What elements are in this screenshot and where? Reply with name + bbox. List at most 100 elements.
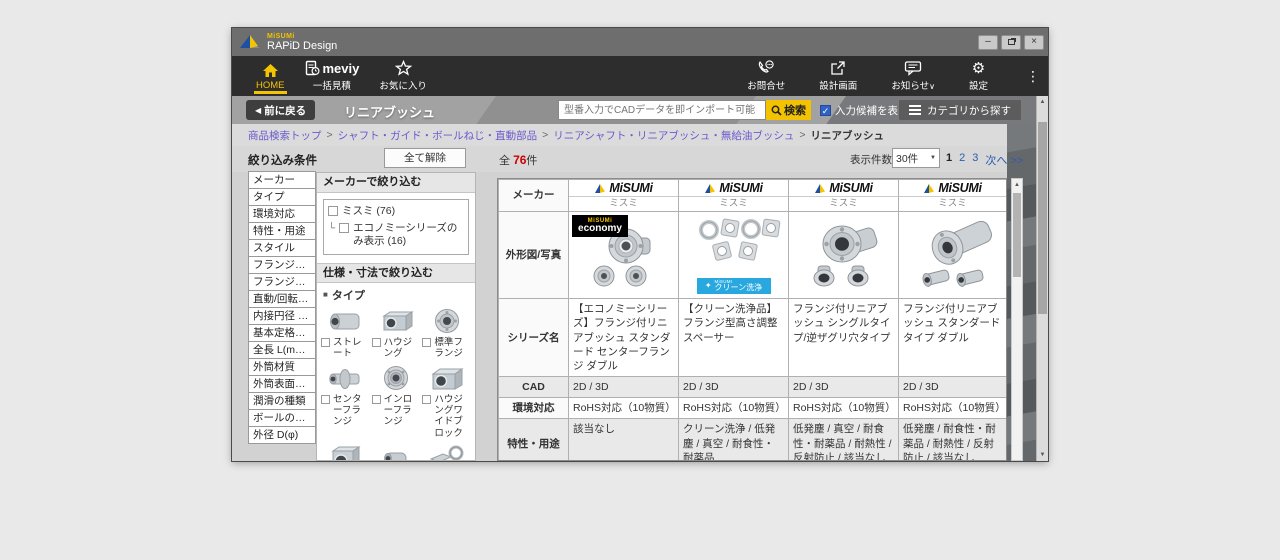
misumi-logo-icon	[594, 183, 606, 194]
env-value: RoHS対応（10物質）	[569, 398, 679, 419]
page-link[interactable]: 3	[972, 152, 978, 168]
nav-news-label: お知らせ∨	[891, 78, 935, 92]
filter-category[interactable]: 外径 D(φ)	[248, 426, 316, 444]
scrollbar-thumb[interactable]	[1038, 122, 1047, 314]
maker-header[interactable]: MiSUMi ミスミ	[789, 180, 899, 212]
maker-header[interactable]: MiSUMi ミスミ	[679, 180, 789, 212]
checkbox-icon[interactable]	[422, 395, 431, 404]
filter-category[interactable]: 外筒表面…	[248, 375, 316, 393]
nav-design-screen[interactable]: 設計画面	[815, 56, 861, 96]
filter-category[interactable]: フランジ…	[248, 256, 316, 274]
checkbox-icon[interactable]	[339, 223, 349, 233]
bushing-wide-block-thumb	[427, 364, 467, 394]
filter-category[interactable]: スタイル	[248, 239, 316, 257]
nav-contact-label: お問合せ	[747, 78, 785, 92]
scrollbar-thumb[interactable]	[1013, 193, 1021, 277]
phone-contact-icon	[757, 60, 775, 76]
hamburger-icon	[909, 105, 921, 115]
home-icon	[262, 62, 279, 78]
row-label: メーカー	[499, 180, 569, 212]
external-link-icon	[830, 60, 846, 76]
type-option-straight[interactable]: ストレート	[321, 307, 370, 360]
scroll-up-icon[interactable]: ▲	[1037, 96, 1048, 108]
checkbox-icon[interactable]	[328, 206, 338, 216]
checkbox-icon[interactable]	[321, 338, 330, 347]
clear-filters-button[interactable]: 全て解除	[384, 148, 466, 168]
type-option-block-square[interactable]	[321, 443, 370, 461]
type-option-pilot-flange[interactable]: インローフランジ	[372, 364, 421, 440]
maker-option[interactable]: ミスミ (76)	[328, 205, 464, 219]
product-photo[interactable]: ✦ MiSUMIクリーン洗浄	[679, 212, 789, 299]
nav-favorites[interactable]: お気に入り	[369, 56, 437, 96]
per-page-select[interactable]: 30件 ▼	[892, 148, 940, 168]
next-page-link[interactable]: 次へ >>	[985, 152, 1023, 168]
maker-option-nested[interactable]: └ エコノミーシリーズのみ表示 (16)	[328, 222, 464, 249]
features-value: 該当なし	[569, 419, 679, 461]
series-name[interactable]: フランジ付リニアブッシュ シングルタイプ/逆ザグリ穴タイプ	[789, 299, 899, 377]
close-button[interactable]: ×	[1024, 35, 1044, 50]
page-link[interactable]: 2	[959, 152, 965, 168]
more-menu-icon[interactable]: ⋮	[1018, 68, 1042, 85]
nav-settings[interactable]: ⚙ 設定	[965, 56, 992, 96]
filter-category[interactable]: フランジ…	[248, 273, 316, 291]
scroll-up-icon[interactable]: ▲	[1012, 179, 1022, 191]
product-photo[interactable]	[899, 212, 1007, 299]
filter-category[interactable]: 外筒材質	[248, 358, 316, 376]
filter-category[interactable]: メーカー	[248, 171, 316, 189]
type-option-housing-wide-block[interactable]: ハウジングワイドブロック	[422, 364, 471, 440]
bushing-straight-thumb	[325, 307, 365, 337]
checkbox-icon[interactable]	[321, 395, 330, 404]
filter-category-list: メーカー タイプ 環境対応 特性・用途 スタイル フランジ… フランジ… 直動/…	[248, 172, 316, 444]
category-search-button[interactable]: カテゴリから探す	[898, 99, 1022, 121]
nav-meviy-label: meviy	[323, 61, 360, 76]
search-input[interactable]	[558, 100, 766, 120]
search-button[interactable]: 検索	[766, 100, 811, 120]
section-bullet-icon: ■	[323, 290, 328, 299]
nav-news[interactable]: お知らせ∨	[887, 56, 939, 96]
breadcrumb-link[interactable]: シャフト・ガイド・ボールねじ・直動部品	[338, 128, 538, 143]
checkbox-checked-icon[interactable]: ✓	[820, 105, 831, 116]
window-scrollbar[interactable]: ▲ ▼	[1036, 96, 1048, 461]
type-option-housing[interactable]: ハウジング	[372, 307, 421, 360]
checkbox-icon[interactable]	[372, 395, 381, 404]
maker-header[interactable]: MiSUMi ミスミ	[569, 180, 679, 212]
filter-category[interactable]: 直動/回転…	[248, 290, 316, 308]
env-value: RoHS対応（10物質）	[679, 398, 789, 419]
breadcrumb-current: リニアブッシュ	[811, 128, 885, 143]
type-option-standard-flange[interactable]: 標準フランジ	[422, 307, 471, 360]
nav-home[interactable]: HOME	[246, 56, 295, 96]
breadcrumb-link[interactable]: リニアシャフト・リニアブッシュ・無給油ブッシュ	[553, 128, 794, 143]
series-name[interactable]: 【クリーン洗浄品】フランジ型高さ調整スペーサー	[679, 299, 789, 377]
features-value: 低発塵 / 真空 / 耐食性・耐薬品 / 耐熱性 / 反射防止 / 該当なし	[789, 419, 899, 461]
breadcrumb-link[interactable]: 商品検索トップ	[248, 128, 322, 143]
filter-category[interactable]: 環境対応	[248, 205, 316, 223]
nav-design-screen-label: 設計画面	[819, 78, 857, 92]
filter-category[interactable]: 潤滑の種類	[248, 392, 316, 410]
type-option-related-parts[interactable]	[422, 443, 471, 461]
nav-meviy[interactable]: meviy 一括見積	[295, 56, 370, 96]
filter-category[interactable]: タイプ	[248, 188, 316, 206]
restore-button[interactable]	[1001, 35, 1021, 50]
table-scrollbar[interactable]: ▲	[1011, 178, 1023, 461]
nav-meviy-sublabel: 一括見積	[313, 78, 351, 92]
filter-category[interactable]: 内接円径 …	[248, 307, 316, 325]
checkbox-icon[interactable]	[422, 338, 431, 347]
maker-header[interactable]: MiSUMi ミスミ	[899, 180, 1007, 212]
filter-category[interactable]: ボールの…	[248, 409, 316, 427]
misumi-logo-icon	[704, 183, 716, 194]
scroll-down-icon[interactable]: ▼	[1037, 449, 1048, 461]
filter-title: 絞り込み条件	[248, 152, 317, 168]
filter-category[interactable]: 特性・用途	[248, 222, 316, 240]
series-name[interactable]: 【エコノミーシリーズ】フランジ付リニアブッシュ スタンダード センターフランジ …	[569, 299, 679, 377]
product-photo[interactable]: MiSUMi economy	[569, 212, 679, 299]
series-name[interactable]: フランジ付リニアブッシュ スタンダードタイプ ダブル	[899, 299, 1007, 377]
type-option-shaft-support[interactable]	[372, 443, 421, 461]
checkbox-icon[interactable]	[372, 338, 381, 347]
minimize-button[interactable]: –	[978, 35, 998, 50]
product-photo[interactable]	[789, 212, 899, 299]
back-button[interactable]: ◀ 前に戻る	[246, 100, 315, 120]
type-option-center-flange[interactable]: センターフランジ	[321, 364, 370, 440]
nav-contact[interactable]: お問合せ	[743, 56, 789, 96]
filter-category[interactable]: 全長 L(m…	[248, 341, 316, 359]
filter-category[interactable]: 基本定格…	[248, 324, 316, 342]
